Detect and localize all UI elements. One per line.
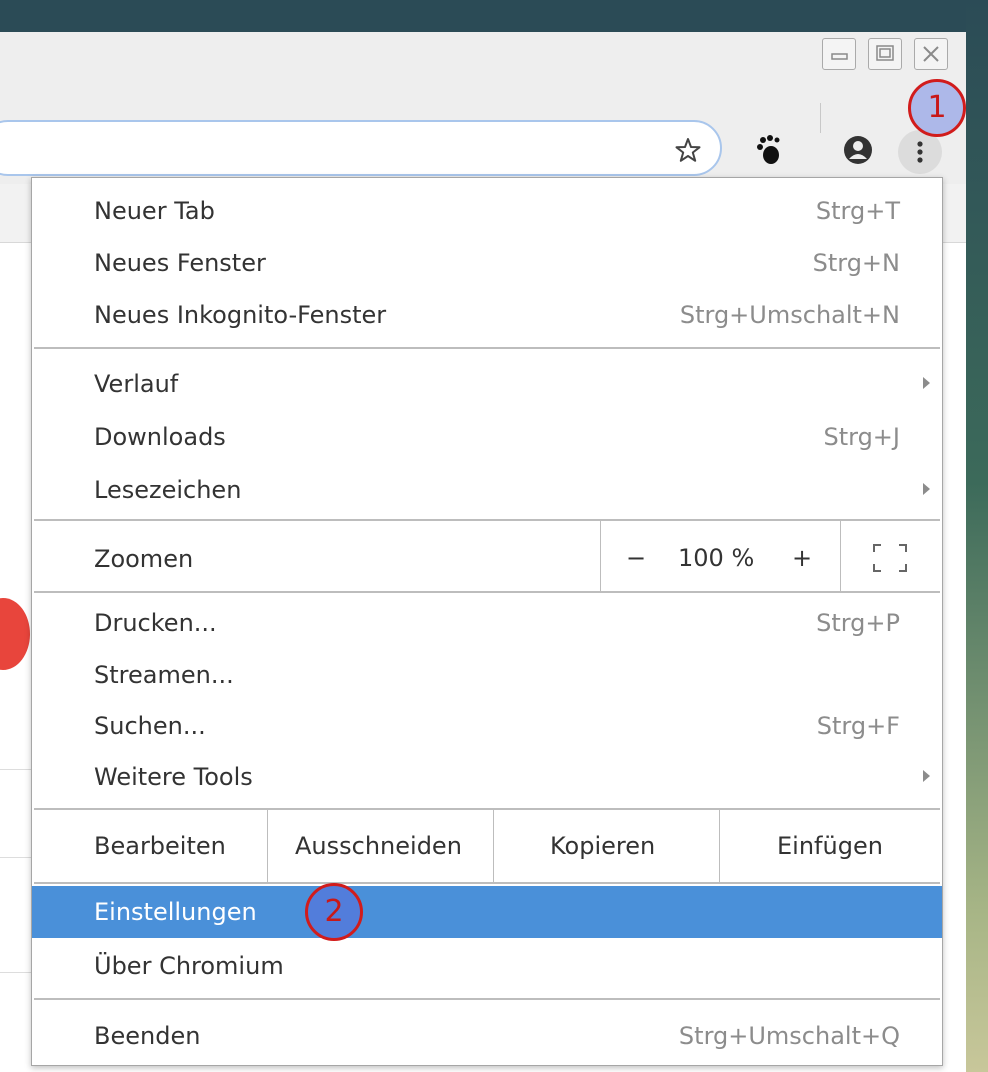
menu-item-label: Streamen... — [94, 661, 234, 689]
copy-button[interactable]: Kopieren — [550, 832, 655, 860]
close-icon — [923, 46, 939, 62]
annotation-badge-1: 1 — [908, 79, 966, 137]
menu-item-new-incognito-window[interactable]: Neues Inkognito-Fenster Strg+Umschalt+N — [32, 289, 942, 341]
zoom-divider — [840, 521, 841, 592]
paste-button[interactable]: Einfügen — [777, 832, 883, 860]
menu-item-shortcut: Strg+F — [816, 712, 900, 740]
desktop-right-strip — [966, 0, 988, 1072]
zoom-divider — [600, 521, 601, 592]
fullscreen-icon[interactable] — [872, 542, 908, 574]
menu-separator — [34, 882, 940, 884]
minimize-button[interactable] — [822, 38, 856, 70]
zoom-level: 100 % — [678, 544, 755, 572]
menu-item-label: Neues Inkognito-Fenster — [94, 301, 387, 329]
menu-item-print[interactable]: Drucken... Strg+P — [32, 597, 942, 649]
menu-item-shortcut: Strg+Umschalt+Q — [678, 1022, 900, 1050]
menu-item-label: Zoomen — [94, 545, 194, 573]
menu-separator — [34, 519, 940, 521]
menu-item-find[interactable]: Suchen... Strg+F — [32, 700, 942, 752]
minimize-icon — [831, 53, 848, 60]
menu-separator — [34, 998, 940, 1000]
gnome-foot-icon[interactable] — [754, 134, 784, 166]
menu-item-settings[interactable]: Einstellungen — [32, 886, 942, 938]
menu-item-label: Suchen... — [94, 712, 206, 740]
edit-divider — [493, 810, 494, 882]
menu-item-label: Über Chromium — [94, 952, 284, 980]
menu-item-new-window[interactable]: Neues Fenster Strg+N — [32, 237, 942, 289]
maximize-button[interactable] — [868, 38, 902, 70]
menu-item-new-tab[interactable]: Neuer Tab Strg+T — [32, 185, 942, 237]
toolbar-separator — [820, 103, 821, 133]
close-button[interactable] — [914, 38, 948, 70]
zoom-in-button[interactable]: + — [792, 544, 812, 572]
submenu-arrow-icon — [923, 770, 930, 782]
desktop-top-strip — [0, 0, 988, 32]
browser-toolbar — [0, 110, 966, 184]
edit-divider — [719, 810, 720, 882]
profile-icon[interactable] — [842, 134, 874, 166]
menu-item-label: Downloads — [94, 423, 226, 451]
menu-item-label: Verlauf — [94, 370, 179, 398]
menu-item-shortcut: Strg+T — [815, 197, 900, 225]
cut-button[interactable]: Ausschneiden — [295, 832, 462, 860]
menu-item-label: Weitere Tools — [94, 763, 253, 791]
menu-item-downloads[interactable]: Downloads Strg+J — [32, 411, 942, 463]
menu-item-label: Drucken... — [94, 609, 217, 637]
menu-item-shortcut: Strg+J — [823, 423, 900, 451]
menu-item-about-chromium[interactable]: Über Chromium — [32, 940, 942, 992]
zoom-out-button[interactable]: − — [626, 544, 646, 572]
maximize-icon — [876, 45, 894, 61]
submenu-arrow-icon — [923, 483, 930, 495]
menu-separator — [34, 347, 940, 349]
menu-item-label: Neuer Tab — [94, 197, 215, 225]
menu-separator — [34, 808, 940, 810]
menu-separator — [34, 591, 940, 593]
menu-item-shortcut: Strg+Umschalt+N — [679, 301, 900, 329]
menu-item-shortcut: Strg+P — [816, 609, 900, 637]
menu-item-quit[interactable]: Beenden Strg+Umschalt+Q — [32, 1010, 942, 1062]
edit-label: Bearbeiten — [94, 832, 226, 860]
title-bar — [0, 32, 966, 111]
menu-item-bookmarks[interactable]: Lesezeichen — [32, 464, 942, 516]
menu-item-history[interactable]: Verlauf — [32, 358, 942, 410]
edit-divider — [267, 810, 268, 882]
menu-item-label: Einstellungen — [94, 898, 257, 926]
star-icon[interactable] — [674, 136, 702, 164]
address-bar[interactable] — [0, 120, 722, 176]
menu-item-more-tools[interactable]: Weitere Tools — [32, 751, 942, 803]
menu-item-label: Neues Fenster — [94, 249, 266, 277]
menu-item-shortcut: Strg+N — [812, 249, 900, 277]
chromium-main-menu: Neuer Tab Strg+T Neues Fenster Strg+N Ne… — [31, 177, 943, 1066]
menu-item-label: Lesezeichen — [94, 476, 242, 504]
submenu-arrow-icon — [923, 377, 930, 389]
annotation-badge-2: 2 — [305, 883, 363, 941]
menu-item-label: Beenden — [94, 1022, 201, 1050]
menu-item-cast[interactable]: Streamen... — [32, 649, 942, 701]
